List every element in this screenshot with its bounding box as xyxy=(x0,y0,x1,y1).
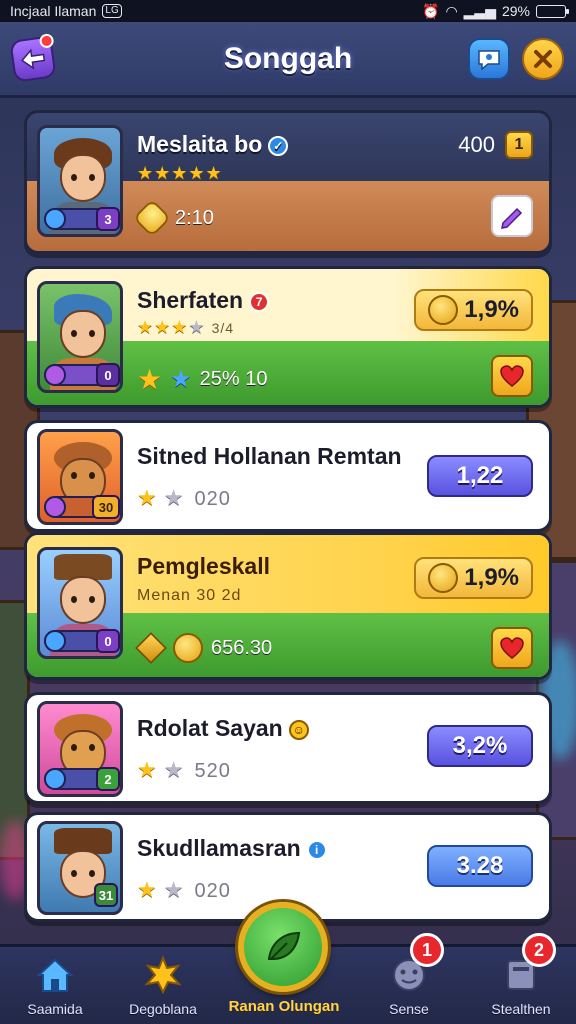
avatar: 0 xyxy=(37,281,123,393)
gem-icon xyxy=(44,208,66,230)
signal-icon: ▂▃▅ xyxy=(463,2,496,19)
player-card[interactable]: 2 Rdolat Sayan ☺ ★ ★ 520 3,2% xyxy=(24,692,552,804)
reward-pill[interactable]: 1,9% xyxy=(414,289,533,331)
home-icon xyxy=(36,958,74,992)
player-name: Skudllamasran i xyxy=(137,835,327,862)
coin-icon xyxy=(428,295,459,325)
gold-star-icon: ★ xyxy=(137,364,163,395)
player-subtitle: Menan 30 2d xyxy=(137,587,242,604)
player-card[interactable]: 0 Sherfaten 7 ★★★★ 3/4 1,9% ★ ★ 25% 10 xyxy=(24,266,552,408)
player-name: Meslaita bo ✓ xyxy=(137,131,289,158)
blue-star-icon: ★ xyxy=(170,366,192,393)
nav-item-rewards[interactable]: Degoblana xyxy=(108,947,218,1024)
level-number: 30 xyxy=(92,495,120,519)
level-bar: 2 xyxy=(44,767,120,791)
carrier-name: Incjaal Ilaman xyxy=(10,3,97,19)
level-bar: 0 xyxy=(44,363,120,387)
notification-badge: 2 xyxy=(522,933,556,967)
leaf-icon xyxy=(267,931,301,960)
close-button[interactable] xyxy=(522,38,564,80)
play-button[interactable] xyxy=(238,902,328,992)
star-rating: ★ ★ 020 xyxy=(137,877,231,902)
notification-badge: 1 xyxy=(410,933,444,967)
nav-label: Stealthen xyxy=(491,1001,551,1017)
network-badge: LG xyxy=(102,4,122,18)
star-rating: ★ ★ 520 xyxy=(137,757,231,782)
nav-label: Sense xyxy=(389,1001,429,1017)
heart-icon xyxy=(500,365,524,387)
player-card[interactable]: 0 Pemgleskall Menan 30 2d 1,9% 656.30 xyxy=(24,532,552,680)
score-value: 400 xyxy=(458,132,495,157)
close-icon xyxy=(534,50,552,68)
verified-icon: ✓ xyxy=(268,135,289,156)
star-rating: ★ ★ 020 xyxy=(137,485,231,510)
chat-icon xyxy=(478,50,500,71)
player-card[interactable]: 30 Sitned Hollanan Remtan ★ ★ 020 1,22 xyxy=(24,420,552,532)
heart-icon xyxy=(500,637,524,659)
gem-icon xyxy=(44,364,66,386)
gem-icon xyxy=(44,496,66,518)
star-rating: ★★★★★ xyxy=(137,163,223,183)
score-pill[interactable]: 1,22 xyxy=(427,455,533,497)
reward-pill[interactable]: 1,9% xyxy=(414,557,533,599)
alarm-icon: ⏰ xyxy=(422,2,440,19)
page-title: Songgah xyxy=(223,41,353,75)
back-arrow-icon xyxy=(20,48,46,70)
player-name: Sitned Hollanan Remtan xyxy=(137,443,402,469)
battery-icon xyxy=(536,4,569,18)
score-pill[interactable]: 3,2% xyxy=(427,725,533,767)
score-display: 400 1 xyxy=(458,131,533,159)
level-bar: 0 xyxy=(44,629,120,653)
battery-percent: 29% xyxy=(501,3,530,19)
score-pill[interactable]: 3.28 xyxy=(427,845,533,887)
gold-gem-icon xyxy=(132,198,172,238)
rank-badge: 1 xyxy=(505,131,533,159)
player-stat: 656.30 xyxy=(135,632,272,664)
emoji-icon: ☺ xyxy=(288,719,309,740)
coin-icon xyxy=(173,633,203,663)
star-rating: ★★★★ 3/4 xyxy=(137,317,235,337)
nav-label: Degoblana xyxy=(129,1001,197,1017)
star-burst-icon xyxy=(144,955,182,995)
favorite-button[interactable] xyxy=(491,355,533,397)
avatar: 2 xyxy=(37,701,123,797)
avatar: 30 xyxy=(37,429,123,525)
level-number: 3 xyxy=(96,207,120,231)
level-number: 0 xyxy=(96,363,120,387)
gold-diamond-icon xyxy=(135,632,167,664)
player-stat: ★ ★ 25% 10 xyxy=(137,364,268,395)
player-card[interactable]: 3 Meslaita bo ✓ ★★★★★ 400 1 2:10 xyxy=(24,110,552,254)
player-name: Pemgleskall xyxy=(137,553,270,579)
nav-label: Saamida xyxy=(27,1001,83,1017)
info-icon: i xyxy=(306,839,327,860)
header: Songgah xyxy=(0,22,576,98)
alert-icon: 7 xyxy=(249,291,270,312)
level-number: 31 xyxy=(94,883,118,907)
coin-icon xyxy=(428,563,459,593)
level-bar: 3 xyxy=(44,207,120,231)
level-number: 2 xyxy=(96,767,120,791)
level-bar: 30 xyxy=(44,495,120,519)
player-name: Rdolat Sayan ☺ xyxy=(137,715,309,742)
back-button[interactable] xyxy=(9,33,57,83)
gem-icon xyxy=(44,630,66,652)
avatar: 3 xyxy=(37,125,123,237)
play-label: Ranan Olungan xyxy=(228,998,340,1015)
avatar: 0 xyxy=(37,547,123,659)
player-stat: 2:10 xyxy=(132,198,214,238)
favorite-button[interactable] xyxy=(491,627,533,669)
nav-item-stats[interactable]: Stealthen 2 xyxy=(466,933,576,1024)
nav-item-social[interactable]: Sense 1 xyxy=(354,933,464,1024)
level-bar: 31 xyxy=(56,883,118,908)
wifi-icon: ◠ xyxy=(445,2,458,19)
nav-item-home[interactable]: Saamida xyxy=(0,947,110,1024)
avatar: 31 xyxy=(37,821,123,915)
status-bar: Incjaal Ilaman LG ⏰ ◠ ▂▃▅ 29% xyxy=(0,0,576,22)
player-name: Sherfaten 7 xyxy=(137,287,270,314)
chat-button[interactable] xyxy=(468,38,510,80)
edit-button[interactable] xyxy=(491,195,533,237)
level-number: 0 xyxy=(96,629,120,653)
pencil-icon xyxy=(501,207,523,229)
gem-icon xyxy=(44,768,66,790)
